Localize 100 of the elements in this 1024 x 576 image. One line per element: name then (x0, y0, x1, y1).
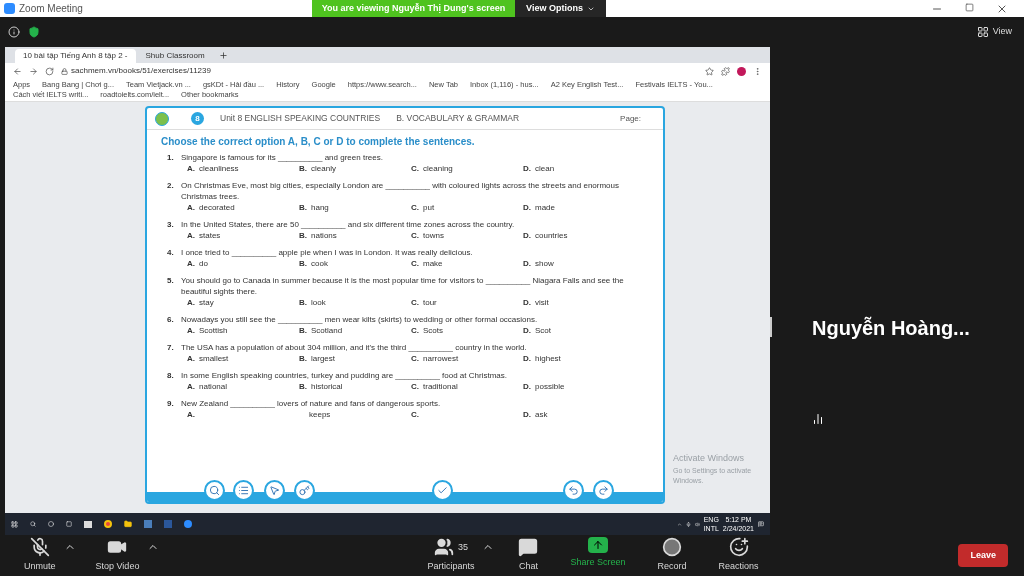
option-letter: D. (523, 353, 531, 365)
participants-button[interactable]: 35 Participants (419, 537, 483, 574)
view-options-button[interactable]: View Options (515, 0, 606, 17)
chat-button[interactable]: Chat (510, 537, 547, 574)
question-text: On Christmas Eve, most big cities, especially London are __________ with coloured lights across the streets and enormous Christmas trees. (181, 180, 620, 202)
share-banner: You are viewing Nguyễn Thị Dung's screen (312, 0, 515, 17)
option-letter: B. (299, 325, 307, 337)
option-letter: A. (187, 297, 195, 309)
instruction-text: Choose the correct option A, B, C or D to complete the sentences. (161, 135, 476, 149)
option-letter: A. (187, 230, 195, 242)
option-text[interactable]: national (199, 381, 228, 393)
video-button[interactable]: Stop Video (87, 537, 148, 574)
option-text[interactable]: countries (535, 230, 568, 242)
breadcrumb-item[interactable]: Unit 8 ENGLISH SPEAKING COUNTRIES (220, 112, 381, 125)
option-text[interactable]: show (535, 258, 554, 270)
option-text[interactable]: historical (311, 381, 343, 393)
option-text[interactable]: hang (311, 202, 329, 214)
option-letter: C. (411, 202, 419, 214)
option-letter: A. (187, 163, 195, 175)
option-letter: B. (299, 202, 307, 214)
breadcrumb-item[interactable]: B. VOCABULARY & GRAMMAR (396, 112, 520, 125)
option-letter: C. (411, 163, 419, 175)
option-letter: C. (411, 297, 419, 309)
option-text[interactable]: tour (423, 297, 437, 309)
view-button[interactable]: View (976, 25, 1012, 39)
option-text[interactable]: decorated (199, 202, 235, 214)
option-letter: A. (187, 258, 195, 270)
option-letter: D. (523, 381, 531, 393)
activation-title: Activate Windows (673, 452, 746, 465)
option-text[interactable]: made (535, 202, 555, 214)
option-text[interactable]: states (199, 230, 221, 242)
browser-tab[interactable]: 10 bài tập Tiếng Anh 8 tập 2 - (15, 49, 136, 63)
option-text[interactable]: cleaning (423, 163, 453, 175)
window-title: Zoom Meeting (19, 2, 83, 16)
question-text: The USA has a population of about 304 million, and it's the third __________ country in the world. (181, 342, 528, 353)
option-letter: C. (411, 381, 419, 393)
option-text[interactable]: cleanly (311, 163, 336, 175)
option-letter: C. (411, 325, 419, 337)
record-button[interactable]: Record (649, 537, 695, 574)
question-number: 6. (167, 314, 175, 325)
leave-button[interactable]: Leave (958, 543, 1008, 568)
option-letter: D. (523, 258, 531, 270)
option-text[interactable]: largest (311, 353, 335, 365)
option-letter: C. (411, 409, 419, 421)
question-number: 3. (167, 219, 175, 230)
option-text[interactable]: look (311, 297, 326, 309)
option-text[interactable]: Scotland (311, 325, 343, 337)
option-letter: C. (411, 230, 419, 242)
question-number: 5. (167, 275, 175, 287)
question-text: Nowadays you still see the __________ men wear kilts (skirts) to wedding or other formal occasions. (181, 314, 539, 325)
question-number: 4. (167, 247, 175, 258)
option-letter: D. (523, 230, 531, 242)
option-letter: B. (299, 258, 307, 270)
question-text: In the United States, there are 50 __________ and six different time zones across the country. (181, 219, 516, 230)
option-text[interactable]: cook (311, 258, 328, 270)
question-number: 2. (167, 180, 175, 192)
question-text: Singapore is famous for its __________ and green trees. (181, 152, 384, 163)
option-text[interactable]: clean (535, 163, 555, 175)
option-text[interactable]: cleanliness (199, 163, 239, 175)
option-letter: B. (299, 297, 307, 309)
option-letter: D. (523, 409, 531, 421)
option-letter: A. (187, 409, 195, 421)
option-text[interactable]: Scot (535, 325, 551, 337)
option-letter: B. (299, 163, 307, 175)
option-text[interactable]: put (423, 202, 435, 214)
option-text[interactable]: narrowest (423, 353, 459, 365)
option-text[interactable]: Scottish (199, 325, 228, 337)
question-text: I once tried to __________ apple pie when I was in London. It was really delicious. (181, 247, 474, 258)
option-letter: D. (523, 325, 531, 337)
participant-name: Nguyễn Hoàng... (812, 315, 970, 341)
participant-count: 35 (457, 540, 468, 554)
option-text[interactable]: smallest (199, 353, 229, 365)
option-text[interactable]: visit (535, 297, 549, 309)
option-text[interactable]: do (199, 258, 208, 270)
option-text[interactable]: make (423, 258, 443, 270)
option-text[interactable]: stay (199, 297, 214, 309)
option-text[interactable]: keeps (299, 409, 331, 421)
question-number: 8. (167, 370, 175, 381)
option-text[interactable]: towns (423, 230, 444, 242)
book-badge: 8 (191, 112, 204, 125)
option-letter: D. (523, 163, 531, 175)
share-button[interactable]: Share Screen (562, 537, 634, 570)
option-letter: C. (411, 353, 419, 365)
question-text: You should go to Canada in summer because it is the most popular time for visitors to __________ Niagara Falls and see the beautiful sights there. (181, 275, 625, 297)
option-text[interactable]: Scots (423, 325, 443, 337)
option-text[interactable]: nations (311, 230, 337, 242)
option-letter: A. (187, 381, 195, 393)
option-letter: A. (187, 202, 195, 214)
question-number: 1. (167, 152, 175, 163)
question-text: In some English speaking countries, turkey and pudding are __________ food at Christmas. (181, 370, 508, 381)
option-letter: A. (187, 325, 195, 337)
option-text[interactable]: possible (535, 381, 565, 393)
option-letter: C. (411, 258, 419, 270)
mic-button[interactable]: Unmute (16, 537, 64, 574)
option-text[interactable]: highest (535, 353, 561, 365)
reactions-button[interactable]: Reactions (710, 537, 767, 574)
page-label: Page: (620, 112, 641, 125)
option-text[interactable]: traditional (423, 381, 458, 393)
question-number: 7. (167, 342, 175, 353)
option-text[interactable]: ask (535, 409, 548, 421)
